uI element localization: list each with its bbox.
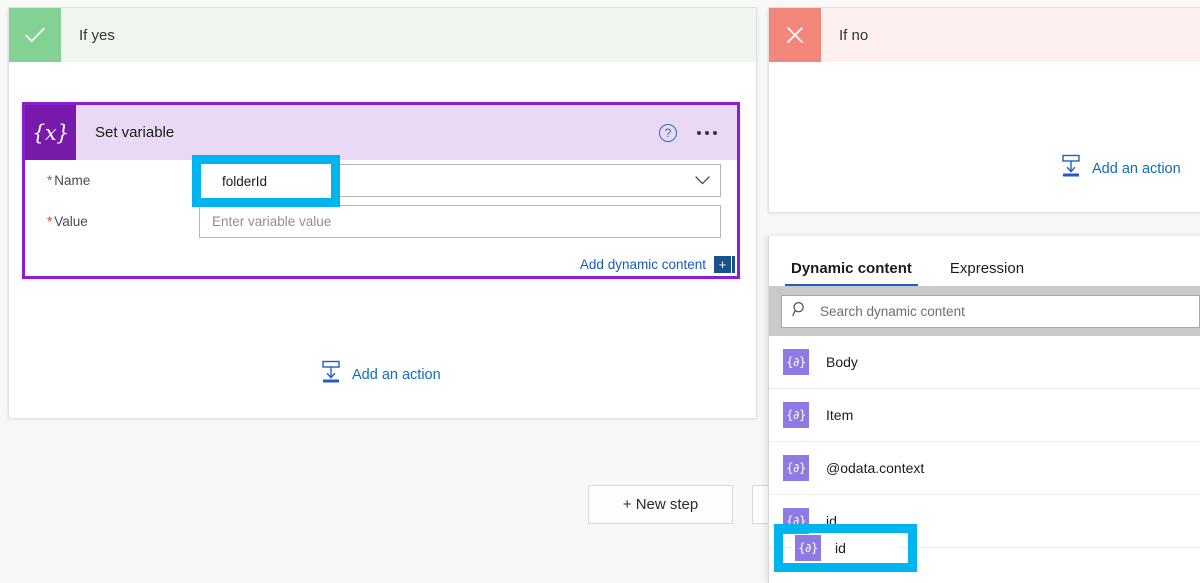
ellipsis-icon[interactable]: [695, 127, 719, 139]
help-question-icon[interactable]: ?: [659, 124, 677, 142]
branch-if-no-title: If no: [821, 8, 868, 62]
close-x-icon: [769, 8, 821, 62]
plus-icon-bar: [732, 256, 735, 273]
plus-icon[interactable]: +: [714, 256, 731, 273]
add-dynamic-content-link[interactable]: Add dynamic content: [580, 257, 706, 272]
set-variable-header-actions: ?: [659, 105, 737, 160]
dynamic-token-icon: {∂}: [783, 402, 809, 428]
dynamic-panel-search-band: [769, 286, 1200, 336]
field-control-value: [199, 205, 721, 238]
new-step-button[interactable]: + New step: [588, 485, 733, 524]
dynamic-content-item-label: id: [826, 513, 837, 529]
variable-braces-icon: {x}: [25, 105, 76, 160]
field-control-name: [199, 164, 721, 197]
search-icon: [792, 301, 808, 322]
insert-action-icon: [1060, 154, 1082, 183]
dynamic-content-item-item[interactable]: {∂} Item: [769, 389, 1200, 442]
field-label-value: *Value: [47, 214, 199, 229]
add-action-button-if-no[interactable]: Add an action: [1060, 154, 1181, 183]
set-variable-body: *Name *Value: [25, 160, 737, 279]
tab-expression[interactable]: Expression: [944, 260, 1030, 286]
dynamic-content-item-label: Item: [826, 407, 853, 423]
checkmark-icon: [9, 8, 61, 62]
dynamic-content-item-odata-context[interactable]: {∂} @odata.context: [769, 442, 1200, 495]
dynamic-panel-tabs: Dynamic content Expression: [769, 236, 1200, 286]
branch-if-yes-header: If yes: [9, 8, 756, 62]
add-action-button-if-yes[interactable]: Add an action: [320, 360, 441, 389]
dynamic-content-item-id[interactable]: {∂} id: [769, 495, 1200, 548]
set-variable-header[interactable]: {x} Set variable ?: [25, 105, 737, 160]
dynamic-token-icon: {∂}: [783, 455, 809, 481]
set-variable-title: Set variable: [76, 105, 659, 160]
dynamic-content-item-label: @odata.context: [826, 460, 924, 476]
field-label-name: *Name: [47, 173, 199, 188]
search-dynamic-content-box[interactable]: [781, 295, 1200, 328]
field-row-value: *Value: [47, 201, 737, 242]
branch-if-yes-title: If yes: [61, 8, 115, 62]
dynamic-content-list: {∂} Body {∂} Item {∂} @odata.context {∂}…: [769, 336, 1200, 548]
set-variable-card: {x} Set variable ? *Name: [22, 102, 740, 279]
insert-action-icon: [320, 360, 342, 389]
tab-dynamic-content[interactable]: Dynamic content: [785, 260, 918, 286]
variable-value-input[interactable]: [199, 205, 721, 238]
branch-if-no-body: [769, 62, 1200, 212]
search-input[interactable]: [818, 303, 1189, 320]
dynamic-content-panel: Dynamic content Expression {∂} Body: [768, 236, 1200, 583]
add-action-label: Add an action: [1092, 161, 1181, 177]
dynamic-content-item-body[interactable]: {∂} Body: [769, 336, 1200, 389]
dynamic-token-icon: {∂}: [783, 349, 809, 375]
dynamic-token-icon: {∂}: [783, 508, 809, 534]
field-row-name: *Name: [47, 160, 737, 201]
variable-name-combobox[interactable]: [199, 164, 721, 197]
branch-if-no-header: If no: [769, 8, 1200, 62]
flow-designer-canvas: If yes If no Add an action: [0, 0, 1200, 583]
dynamic-content-item-label: Body: [826, 354, 858, 370]
add-dynamic-content-row: Add dynamic content +: [580, 256, 735, 273]
required-marker: *: [47, 214, 52, 229]
add-action-label: Add an action: [352, 367, 441, 383]
required-marker: *: [47, 173, 52, 188]
